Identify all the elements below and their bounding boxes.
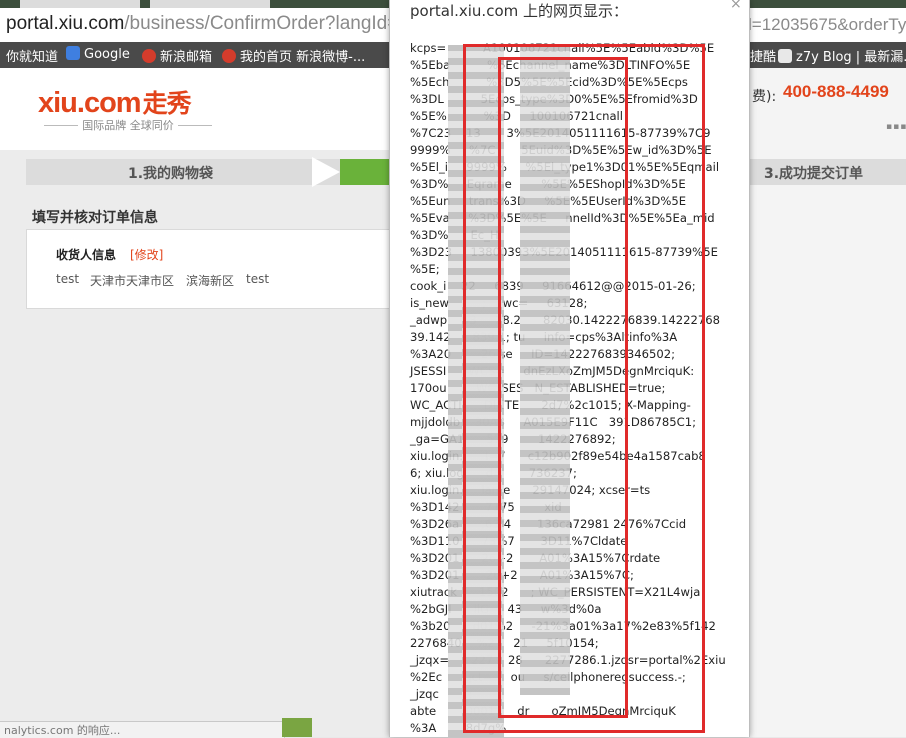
hotline-label: 费): <box>752 89 777 105</box>
receiver-district: 滨海新区 <box>186 274 235 288</box>
bookmark-label: z7y Blog | 最新漏... <box>796 50 906 65</box>
address-url[interactable]: portal.xiu.com/business/ConfirmOrder?lan… <box>6 13 428 35</box>
logo-text-zh: 走秀 <box>142 90 192 118</box>
address-url-tail[interactable]: l=12035675&orderTy <box>748 15 906 35</box>
taskbar-strip <box>282 718 312 737</box>
google-icon <box>66 46 80 60</box>
bookmark-label: 我的首页 新浪微博-... <box>240 50 366 65</box>
highlight-box-inner <box>498 57 628 718</box>
receiver-address: test <box>246 272 270 286</box>
bookmark-item[interactable]: 你就知道 <box>6 46 58 65</box>
dialog-title: portal.xiu.com 上的网页显示： <box>410 2 628 20</box>
sina-weibo-icon <box>222 49 236 63</box>
step-active-indicator <box>340 159 390 185</box>
bookmark-label: 捷酷 <box>750 50 777 65</box>
step-arrow-icon <box>312 157 340 187</box>
site-logo[interactable]: xiu.com走秀 <box>38 84 192 120</box>
address-path: /business/ConfirmOrder?langId=-7& <box>124 13 428 34</box>
status-text: nalytics.com 的响应... <box>4 724 121 737</box>
blog-icon <box>778 49 792 63</box>
bookmark-item[interactable]: z7y Blog | 最新漏... <box>778 46 906 65</box>
bookmark-item[interactable]: Google <box>66 46 130 62</box>
sina-weibo-icon <box>142 49 156 63</box>
hotline-number: 400-888-4499 <box>783 82 889 101</box>
bookmark-label: Google <box>84 47 130 62</box>
receiver-name: test <box>56 272 80 286</box>
logo-text: xiu.com <box>38 87 142 119</box>
bookmark-item[interactable]: 我的首页 新浪微博-... <box>222 46 365 65</box>
browser-tab[interactable] <box>150 0 270 8</box>
receiver-info-label: 收货人信息 <box>56 248 117 262</box>
close-icon[interactable]: × <box>730 0 742 12</box>
order-info-title: 填写并核对订单信息 <box>32 210 158 226</box>
browser-tab[interactable] <box>20 0 140 8</box>
step-cart: 1.我的购物袋 <box>128 166 214 182</box>
step-complete: 3.成功提交订单 <box>764 166 864 182</box>
bookmark-label: 你就知道 <box>6 50 59 65</box>
receiver-edit-link[interactable]: [修改] <box>130 246 163 263</box>
receiver-city: 天津市天津市区 <box>90 274 175 288</box>
address-domain: portal.xiu.com <box>6 13 125 34</box>
bookmark-label: 新浪邮箱 <box>160 50 213 65</box>
site-slogan: 国际品牌 全球同价 <box>38 117 218 133</box>
bookmark-item[interactable]: 新浪邮箱 <box>142 46 212 65</box>
bookmark-item[interactable]: 捷酷 <box>750 46 776 65</box>
more-icon: ▪▪▪ <box>886 122 906 132</box>
